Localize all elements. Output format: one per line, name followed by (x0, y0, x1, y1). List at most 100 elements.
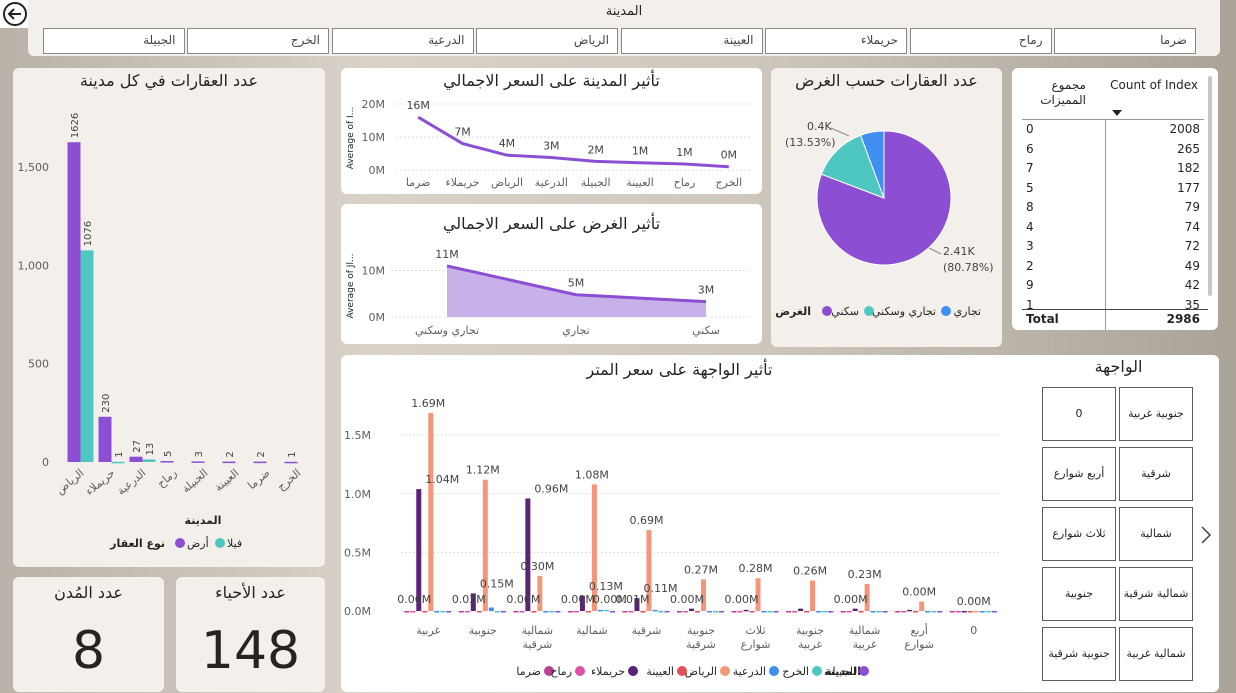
legend-label: تجاري وسكني (872, 305, 936, 318)
bar (410, 611, 416, 613)
legend-swatch (720, 666, 730, 676)
matrix-cell-features: 6 (1026, 141, 1034, 156)
bar (543, 611, 549, 613)
data-label: 230 (101, 394, 112, 413)
bar (713, 611, 718, 613)
bar (597, 609, 603, 612)
bar (967, 611, 973, 613)
facade-option[interactable]: ثلاث شوارع (1042, 507, 1116, 561)
data-label: 16M (406, 99, 430, 112)
data-label: 5M (568, 277, 585, 290)
bar (907, 609, 913, 612)
facade-option[interactable]: أربع شوارع (1042, 447, 1116, 501)
matrix-total-label: Total (1026, 312, 1059, 326)
table-row: 2 49 (1022, 257, 1208, 277)
x-tick-label: غربية (853, 638, 877, 651)
bar (482, 479, 488, 611)
data-label: 1 (114, 451, 125, 457)
matrix-total-value: 2986 (1166, 312, 1200, 326)
matrix-cell-features: 2 (1026, 258, 1034, 273)
x-axis-title: المدينة (185, 514, 222, 527)
legend-swatch (941, 306, 951, 316)
x-tick-label: رماح (674, 176, 696, 189)
bar (985, 611, 991, 613)
bar (731, 611, 737, 613)
facade-option[interactable]: جنوبية شرقية (1042, 627, 1116, 681)
matrix-header-count[interactable]: Count of Index (1110, 78, 1198, 92)
bar (895, 611, 901, 613)
legend-label: الخرج (782, 665, 809, 678)
bar (828, 611, 834, 613)
chevron-right-icon[interactable] (1200, 525, 1212, 545)
data-label: 0.26M (793, 565, 827, 578)
bar (822, 611, 828, 613)
city-option[interactable]: حريملاء (765, 28, 907, 54)
facade-option[interactable]: شمالية (1119, 507, 1193, 561)
legend-label: أرض (187, 536, 209, 550)
facade-option[interactable]: جنوبية (1042, 567, 1116, 621)
matrix-scrollbar[interactable] (1208, 76, 1212, 296)
data-label: 0.00M (957, 595, 991, 608)
data-label: 1.08M (575, 468, 609, 481)
y-tick-label: 0 (42, 456, 49, 469)
bar (500, 611, 506, 613)
y-tick-label: 10M (362, 265, 386, 278)
bar (519, 611, 525, 613)
sort-down-icon[interactable] (1112, 110, 1122, 116)
leader-line (830, 127, 850, 137)
bar (979, 611, 985, 613)
bar (852, 608, 858, 611)
matrix-cell-features: 8 (1026, 200, 1034, 214)
data-label: 1076 (83, 221, 94, 246)
city-option[interactable]: الرياض (476, 28, 618, 54)
x-tick-label: حريملاء (446, 176, 480, 189)
x-tick-label: الدرعية (535, 176, 568, 189)
bar (798, 608, 804, 611)
legend-swatch (175, 538, 185, 548)
city-option[interactable]: الخرج (187, 28, 329, 54)
y-tick-label: 0M (369, 164, 386, 177)
bar (404, 611, 410, 613)
x-tick-label: جنوبية (469, 624, 497, 637)
bar (949, 611, 955, 613)
facade-option[interactable]: شمالية شرقية (1119, 567, 1193, 621)
legend-label: سكني (831, 305, 859, 318)
bar (683, 611, 688, 613)
facade-price-chart: 0.0M 0.5M 1.0M 1.5M 0.00M 1.69M 1.04M غربية 0.03… (344, 397, 1001, 678)
bar (160, 461, 174, 463)
facade-option[interactable]: 0 (1042, 387, 1116, 441)
city-option[interactable]: العيينة (620, 28, 763, 54)
x-tick-label: جنوبية (687, 624, 715, 637)
data-label: 1.69M (411, 397, 445, 410)
y-tick-label: 0M (369, 311, 386, 324)
data-label: 1626 (70, 113, 81, 138)
bar (931, 611, 937, 613)
bar (882, 611, 888, 613)
bar (253, 461, 267, 464)
y-axis-title: Average of Jl... (346, 253, 356, 318)
leader-line (928, 247, 942, 255)
purpose-pie-chart: 2.41K (80.78%) 0.4K (13.53%) الغرض سكني تجاري … (775, 120, 994, 318)
bar (422, 611, 428, 613)
city-option[interactable]: الدرعية (331, 28, 474, 54)
x-tick-label: العيينة (626, 176, 654, 189)
facade-option[interactable]: شرقية (1119, 447, 1193, 501)
data-label: 11M (435, 248, 459, 261)
x-tick-label: الجبيلة (179, 466, 210, 495)
x-tick-label: شرقية (522, 638, 552, 651)
legend-label: العيينة (646, 665, 674, 678)
facade-option[interactable]: شمالية غربية (1119, 627, 1193, 681)
data-label: (80.78%) (943, 261, 994, 274)
bar (913, 611, 919, 613)
y-tick-label: 0.0M (344, 605, 371, 618)
data-label: 0.96M (534, 482, 568, 495)
city-option[interactable]: الجبيلة (42, 28, 185, 54)
city-option[interactable]: رماح (909, 28, 1052, 54)
matrix-cell-count: 2008 (1169, 122, 1200, 136)
y-tick-label: 1.0M (344, 488, 371, 501)
data-label: 2M (587, 143, 604, 156)
bar (476, 611, 482, 613)
x-tick-label: غربية (416, 624, 440, 637)
city-option[interactable]: ضرما (1054, 28, 1196, 54)
facade-option[interactable]: جنوبية غربية (1119, 387, 1193, 441)
